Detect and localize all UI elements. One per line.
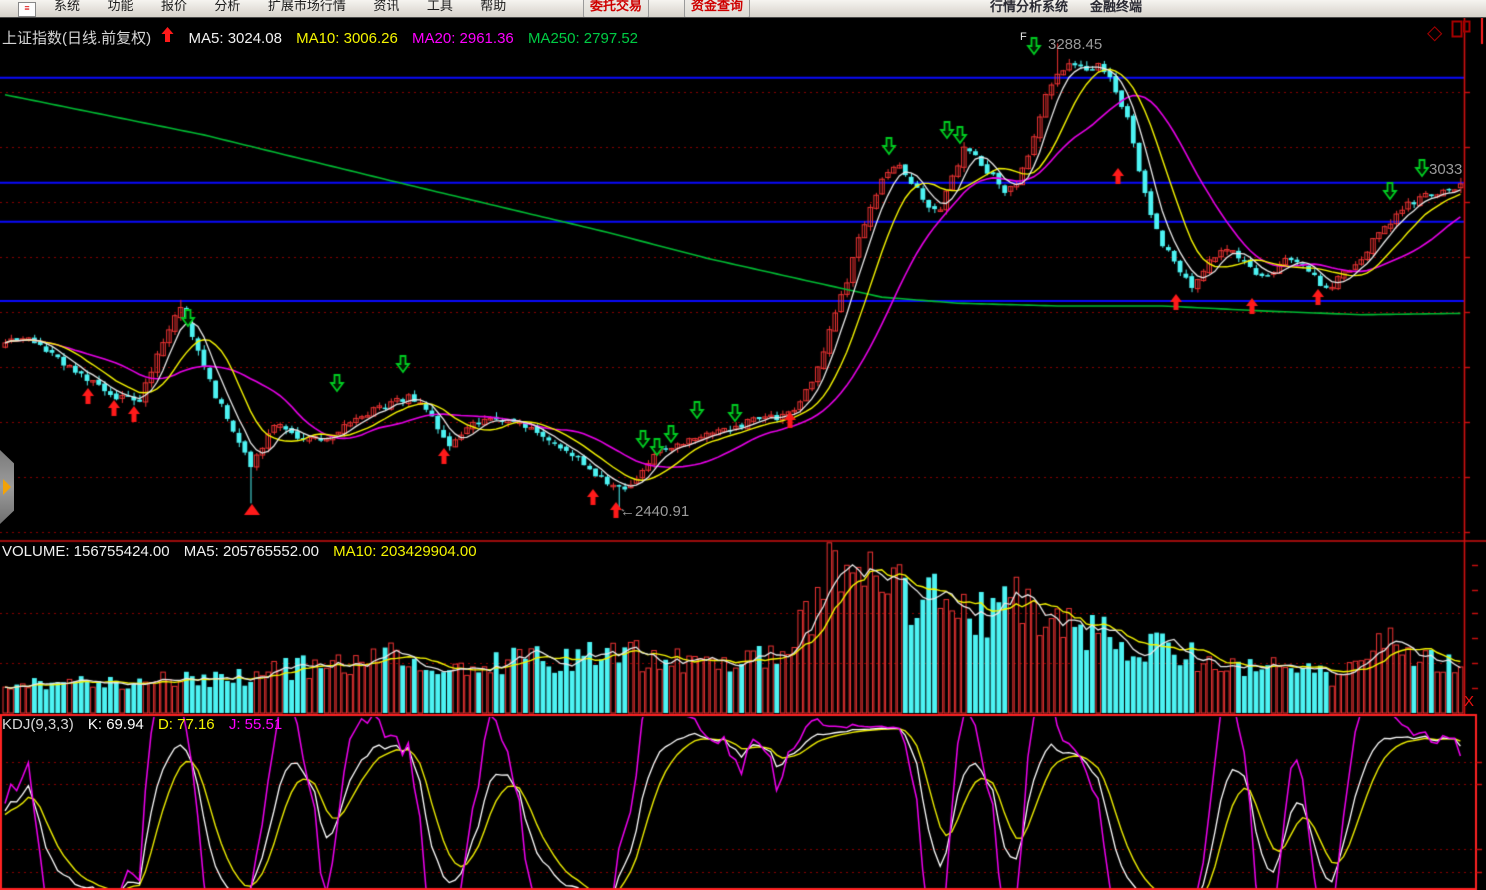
low-price-label: ←2440.91: [620, 503, 689, 520]
menu-item-6[interactable]: 工具: [427, 0, 453, 14]
menu-row: 系统 功能 报价 分析 扩展市场行情 资讯 工具 帮助: [54, 0, 529, 18]
query-button[interactable]: 资金查询: [684, 0, 750, 18]
kdj-legend: KDJ(9,3,3) K: 69.94 D: 77.16 J: 55.51: [2, 716, 292, 733]
diamond-icon[interactable]: ◇: [1427, 20, 1442, 45]
kdj-title: KDJ(9,3,3): [2, 716, 74, 733]
peak-price-label: 3288.45: [1048, 36, 1102, 53]
main-chart-legend: 上证指数(日线.前复权) MA5: 3024.08 MA10: 3006.26 …: [2, 27, 648, 48]
volume-ma10: MA10: 203429904.00: [333, 543, 476, 560]
top-toolbar: ≡ 系统 功能 报价 分析 扩展市场行情 资讯 工具 帮助 委托交易 资金查询 …: [0, 0, 1486, 18]
kdj-k-value: K: 69.94: [88, 716, 144, 733]
volume-value: VOLUME: 156755424.00: [2, 543, 170, 560]
chart-canvas[interactable]: [0, 0, 1486, 890]
ma250-legend: MA250: 2797.52: [528, 30, 638, 47]
app-icon[interactable]: ≡: [18, 2, 36, 17]
last-price-label: 3033: [1429, 161, 1462, 178]
ma10-legend: MA10: 3006.26: [296, 30, 398, 47]
menu-item-4[interactable]: 扩展市场行情: [268, 0, 346, 14]
kdj-d-value: D: 77.16: [158, 716, 215, 733]
close-indicator-icon[interactable]: X: [1464, 693, 1474, 710]
peak-flag-label: F: [1020, 31, 1027, 43]
menu-item-3[interactable]: 分析: [214, 0, 240, 14]
expand-arrow-icon: [3, 479, 11, 495]
menu-item-5[interactable]: 资讯: [373, 0, 399, 14]
menu-item-7[interactable]: 帮助: [480, 0, 506, 14]
toolbar-right-label-2: 金融终端: [1090, 0, 1142, 15]
split-window-icon[interactable]: [1451, 20, 1471, 44]
trade-button[interactable]: 委托交易: [583, 0, 649, 18]
kdj-j-value: J: 55.51: [229, 716, 282, 733]
up-arrow-icon: [161, 27, 174, 47]
toolbar-right-label-1: 行情分析系统: [990, 0, 1068, 15]
ma20-legend: MA20: 2961.36: [412, 30, 514, 47]
ma5-legend: MA5: 3024.08: [189, 30, 282, 47]
menu-item-2[interactable]: 报价: [161, 0, 187, 14]
chart-title: 上证指数(日线.前复权): [2, 30, 151, 47]
stock-terminal: { "toolbar": { "menu_items": ["系统", "功能"…: [0, 0, 1486, 890]
menu-item-1[interactable]: 功能: [107, 0, 133, 14]
volume-legend: VOLUME: 156755424.00 MA5: 205765552.00 M…: [2, 543, 487, 560]
menu-item-0[interactable]: 系统: [54, 0, 80, 14]
volume-ma5: MA5: 205765552.00: [184, 543, 319, 560]
